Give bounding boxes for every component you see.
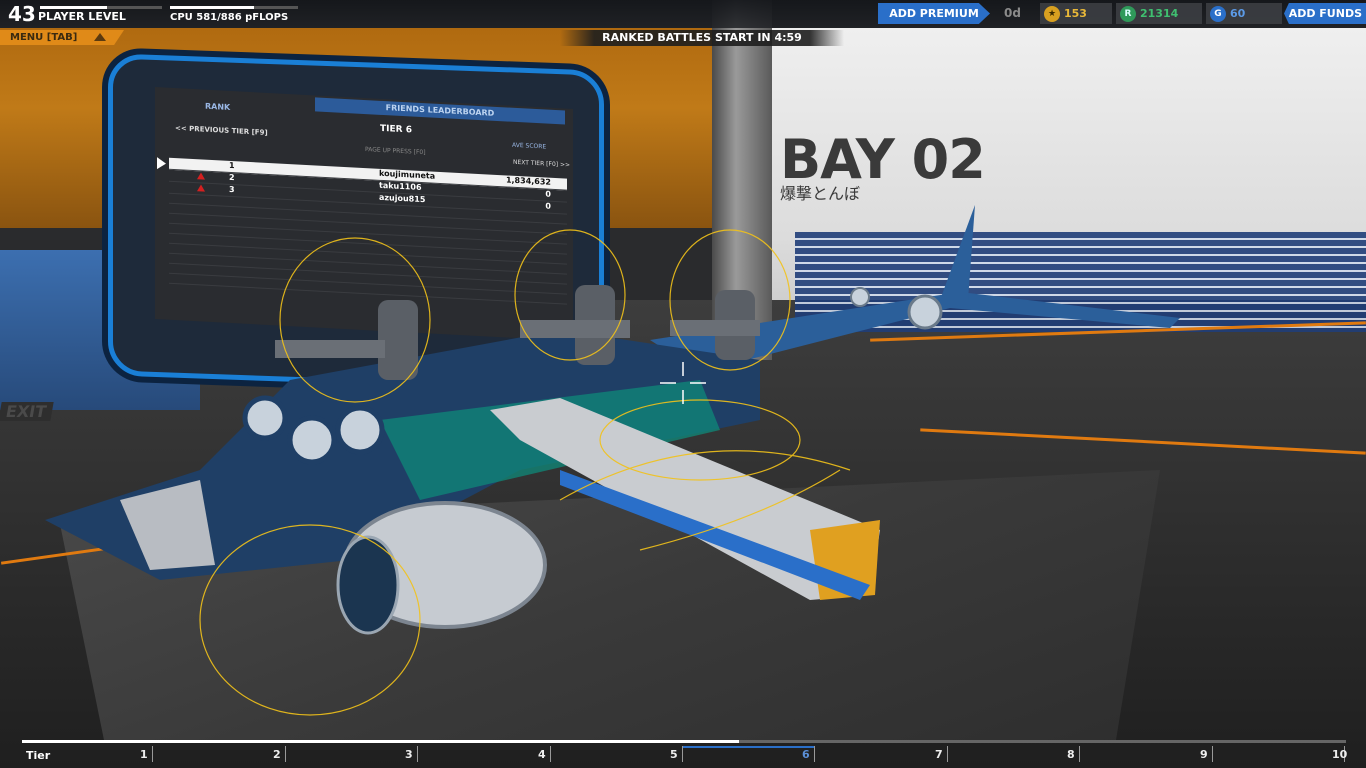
add-premium-button[interactable]: ADD PREMIUM [878, 3, 990, 24]
row-name: taku1106 [379, 180, 422, 193]
next-tier-link[interactable]: NEXT TIER [F0] >> [513, 159, 570, 169]
bay-striped-panel [795, 232, 1366, 332]
previous-tier-link[interactable]: << PREVIOUS TIER [F9] [175, 124, 268, 137]
tier-tick [285, 746, 286, 762]
menu-tab-button[interactable]: MENU [TAB] [0, 30, 124, 45]
rank-header: RANK [205, 101, 231, 112]
tier-active-segment [682, 746, 814, 748]
tier-tick [550, 746, 551, 762]
ave-score-header: AVE SCORE [512, 141, 547, 151]
tier-number-3[interactable]: 3 [405, 748, 413, 761]
exit-sign: EXIT [0, 402, 54, 421]
tier-number-6[interactable]: 6 [802, 748, 810, 761]
leaderboard-tier: TIER 6 [380, 123, 412, 136]
add-funds-label: ADD FUNDS [1288, 7, 1362, 20]
tier-number-2[interactable]: 2 [273, 748, 281, 761]
row-name: koujimuneta [379, 168, 436, 181]
pillar [712, 0, 772, 360]
row-score: 1,834,632 [505, 175, 551, 187]
player-level-label: PLAYER LEVEL [38, 10, 126, 23]
row-rank: 1 [229, 160, 235, 171]
row-rank: 3 [229, 184, 235, 195]
page-hint: PAGE UP PRESS [F0] [365, 146, 426, 157]
row-name: azujou815 [379, 192, 426, 205]
galaxy-coins-value: 60 [1230, 7, 1246, 20]
tier-tick [1079, 746, 1080, 762]
rank-up-icon [197, 172, 205, 180]
selection-pointer-icon [157, 157, 166, 170]
tier-number-9[interactable]: 9 [1200, 748, 1208, 761]
robits-icon: R [1120, 6, 1136, 22]
top-hud: 43 PLAYER LEVEL CPU 581/886 pFLOPS ADD P… [0, 0, 1366, 28]
tier-tick [682, 746, 683, 762]
galaxy-coins-counter: G 60 [1206, 3, 1282, 24]
add-funds-button[interactable]: ADD FUNDS [1284, 3, 1366, 24]
row-score: 0 [545, 189, 551, 199]
player-level-progress [40, 6, 162, 9]
robits-value: 21314 [1140, 7, 1179, 20]
tier-tick [152, 746, 153, 762]
menu-arrow-icon [94, 33, 106, 41]
tier-number-5[interactable]: 5 [670, 748, 678, 761]
premium-days: 0d [1004, 6, 1021, 20]
tier-number-4[interactable]: 4 [538, 748, 546, 761]
galaxy-coin-icon: G [1210, 6, 1226, 22]
stars-value: 153 [1064, 7, 1087, 20]
tier-number-8[interactable]: 8 [1067, 748, 1075, 761]
row-rank: 2 [229, 172, 235, 183]
leaderboard-rows: 1 koujimuneta 1,834,632 2 taku1106 0 3 a… [157, 157, 567, 305]
player-level-number: 43 [8, 2, 36, 26]
bay-subtitle: 爆撃とんぼ [780, 184, 861, 203]
robits-counter: R 21314 [1116, 3, 1202, 24]
tier-tick [947, 746, 948, 762]
leaderboard-screen: FRIENDS LEADERBOARD RANK TIER 6 << PREVI… [155, 87, 573, 341]
tier-tick [417, 746, 418, 762]
tier-bar: Tier 1 2 3 4 5 6 7 8 9 10 [22, 740, 1347, 768]
ranked-timer: RANKED BATTLES START IN 4:59 [560, 30, 844, 46]
tier-number-10[interactable]: 10 [1332, 748, 1347, 761]
cpu-progress [170, 6, 298, 9]
menu-tab-label: MENU [TAB] [10, 32, 78, 43]
tier-progress-fill [22, 740, 739, 743]
tier-tick [814, 746, 815, 762]
tier-number-7[interactable]: 7 [935, 748, 943, 761]
tier-label: Tier [26, 749, 51, 762]
tier-tick [1212, 746, 1213, 762]
garage-scene: BAY 02 爆撃とんぼ EXIT FRIENDS LEADERBOARD RA… [0, 0, 1366, 768]
rank-up-icon [197, 184, 205, 192]
row-score: 0 [545, 201, 551, 211]
stars-counter: ★ 153 [1040, 3, 1112, 24]
tier-number-1[interactable]: 1 [140, 748, 148, 761]
cpu-label: CPU 581/886 pFLOPS [170, 12, 289, 23]
star-icon: ★ [1044, 6, 1060, 22]
